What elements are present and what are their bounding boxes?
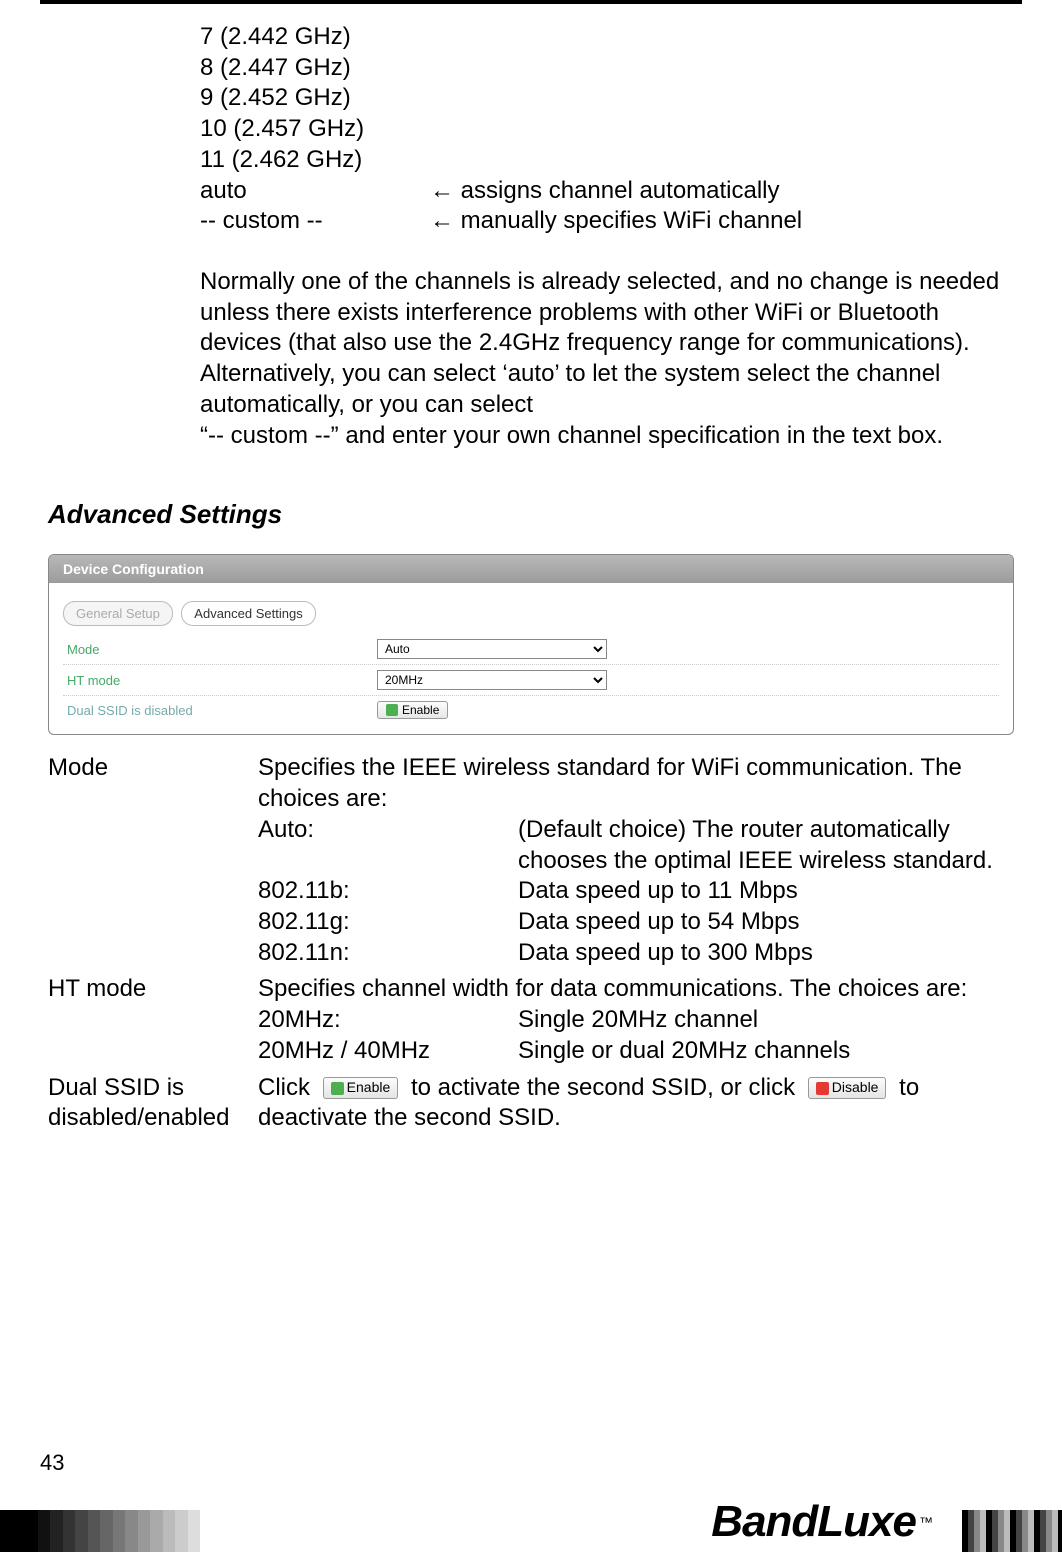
term-mode: Mode [48, 753, 258, 968]
brand-text: BandLuxe [711, 1497, 916, 1546]
footer-stripe [962, 1510, 1062, 1552]
channel-item: 7 (2.442 GHz) [200, 22, 1002, 53]
channel-item: 9 (2.452 GHz) [200, 83, 1002, 114]
ssid-text: Click [258, 1074, 317, 1101]
mode-option-key: 802.11g: [258, 907, 518, 938]
tab-advanced-settings[interactable]: Advanced Settings [181, 601, 315, 626]
ht-option-value: Single 20MHz channel [518, 1005, 1014, 1036]
ht-option-key: 20MHz / 40MHz [258, 1036, 518, 1067]
section-heading-advanced-settings: Advanced Settings [48, 499, 1062, 530]
enable-icon [331, 1082, 344, 1095]
enable-button[interactable]: Enable [377, 701, 448, 719]
disable-icon [816, 1082, 829, 1095]
ssid-text: to activate the second SSID, or click [411, 1074, 802, 1101]
channel-list: 7 (2.442 GHz) 8 (2.447 GHz) 9 (2.452 GHz… [200, 22, 1002, 451]
page-number: 43 [40, 1450, 64, 1476]
channel-item: 8 (2.447 GHz) [200, 53, 1002, 84]
definition-ht-mode: HT mode Specifies channel width for data… [48, 974, 1014, 1066]
mode-option-value: (Default choice) The router automaticall… [518, 815, 1014, 876]
ht-option-value: Single or dual 20MHz channels [518, 1036, 1014, 1067]
mode-intro: Specifies the IEEE wireless standard for… [258, 753, 1014, 814]
channel-auto-label: auto [200, 176, 430, 207]
trademark-symbol: ™ [919, 1514, 932, 1530]
paragraph-text: Normally one of the channels is already … [200, 268, 999, 356]
mode-option-key: Auto: [258, 815, 518, 876]
ht-intro: Specifies channel width for data communi… [258, 974, 1014, 1005]
term-dual-ssid: Dual SSID is disabled/enabled [48, 1073, 258, 1134]
channel-auto-desc: ← assigns channel automatically [430, 176, 1002, 207]
device-config-screenshot: Device Configuration General Setup Advan… [48, 554, 1014, 735]
channel-item: 11 (2.462 GHz) [200, 145, 1002, 176]
mode-option-key: 802.11n: [258, 938, 518, 969]
field-label-dual-ssid: Dual SSID is disabled [67, 703, 377, 718]
explanation-paragraph: Normally one of the channels is already … [200, 267, 1002, 451]
panel-title: Device Configuration [49, 555, 1013, 583]
ht-mode-select[interactable]: 20MHz [377, 670, 607, 690]
definition-mode: Mode Specifies the IEEE wireless standar… [48, 753, 1014, 968]
brand-logo: BandLuxe™ [200, 1492, 962, 1552]
disable-button-inline[interactable]: Disable [808, 1077, 887, 1099]
channel-item: 10 (2.457 GHz) [200, 114, 1002, 145]
field-label-mode: Mode [67, 642, 377, 657]
mode-select[interactable]: Auto [377, 639, 607, 659]
term-ht-mode: HT mode [48, 974, 258, 1066]
channel-custom-label: -- custom -- [200, 206, 430, 237]
ht-option-key: 20MHz: [258, 1005, 518, 1036]
paragraph-text: “-- custom --” and enter your own channe… [200, 422, 943, 449]
enable-button-inline[interactable]: Enable [323, 1077, 399, 1099]
tab-general-setup[interactable]: General Setup [63, 601, 173, 626]
enable-icon [386, 704, 398, 716]
footer: BandLuxe™ [0, 1492, 1062, 1552]
mode-option-value: Data speed up to 54 Mbps [518, 907, 1014, 938]
disable-button-label: Disable [832, 1079, 879, 1097]
channel-custom-desc: ← manually specifies WiFi channel [430, 206, 1002, 237]
mode-option-value: Data speed up to 300 Mbps [518, 938, 1014, 969]
paragraph-text: Alternatively, you can select ‘auto’ to … [200, 360, 940, 418]
mode-option-key: 802.11b: [258, 876, 518, 907]
mode-option-value: Data speed up to 11 Mbps [518, 876, 1014, 907]
field-label-ht-mode: HT mode [67, 673, 377, 688]
enable-button-label: Enable [402, 703, 439, 717]
definition-dual-ssid: Dual SSID is disabled/enabled Click Enab… [48, 1073, 1014, 1134]
tab-bar: General Setup Advanced Settings [63, 601, 999, 626]
enable-button-label: Enable [347, 1079, 391, 1097]
footer-gradient [0, 1510, 200, 1552]
definitions-list: Mode Specifies the IEEE wireless standar… [48, 753, 1014, 1134]
